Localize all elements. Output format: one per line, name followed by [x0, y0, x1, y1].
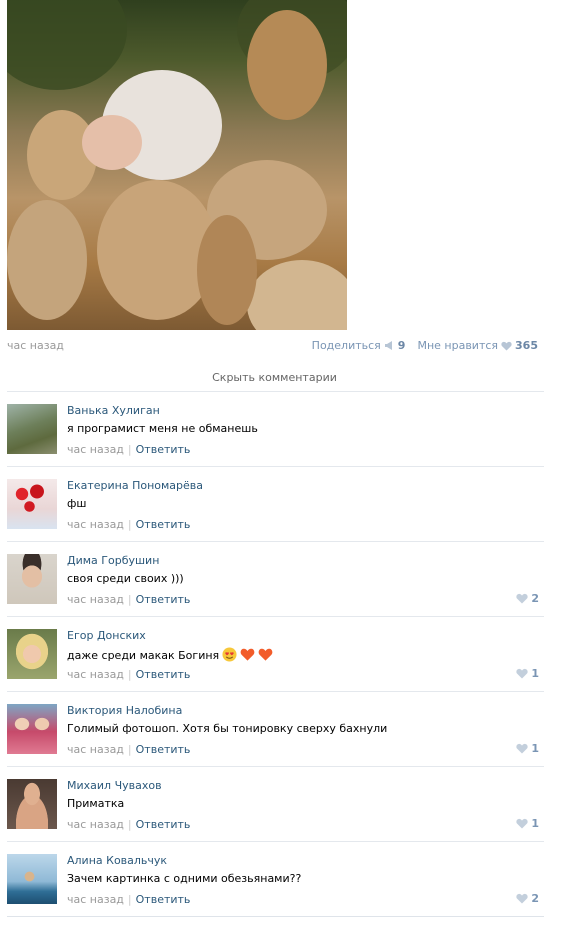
- comment-author[interactable]: Егор Донских: [67, 629, 146, 642]
- separator: |: [127, 443, 132, 456]
- comment-footer: час назад | Ответить: [67, 593, 190, 606]
- comment-text: даже среди макак Богиня: [67, 647, 273, 662]
- comment-like-count: 2: [531, 892, 539, 905]
- comment-author[interactable]: Алина Ковальчук: [67, 854, 167, 867]
- comment-time[interactable]: час назад: [67, 893, 124, 906]
- heart-icon: [516, 743, 528, 754]
- reply-button[interactable]: Ответить: [136, 818, 191, 831]
- comment-text-content: даже среди макак Богиня: [67, 649, 220, 662]
- comment-time[interactable]: час назад: [67, 668, 124, 681]
- comment-like-count: 1: [531, 667, 539, 680]
- comment-text: я програмист меня не обманешь: [67, 422, 258, 435]
- divider: [7, 691, 544, 692]
- separator: |: [127, 818, 132, 831]
- share-count: 9: [397, 339, 406, 352]
- comment: Дима Горбушин своя среди своих ))) час н…: [7, 554, 544, 629]
- divider: [7, 541, 544, 542]
- like-count: 365: [515, 339, 538, 352]
- post-time[interactable]: час назад: [7, 339, 64, 352]
- share-button[interactable]: Поделиться: [312, 339, 381, 352]
- comment: Виктория Налобина Голимый фотошоп. Хотя …: [7, 704, 544, 779]
- comment-author[interactable]: Виктория Налобина: [67, 704, 182, 717]
- comment-time[interactable]: час назад: [67, 518, 124, 531]
- comment: Егор Донских даже среди макак Богиня час…: [7, 629, 544, 704]
- avatar[interactable]: [7, 554, 57, 604]
- comment: Михаил Чувахов Приматка час назад | Ответи…: [7, 779, 544, 854]
- heart-icon[interactable]: [501, 341, 512, 351]
- divider: [7, 391, 544, 392]
- separator: |: [127, 743, 132, 756]
- post-actions: Поделиться 9 Мне нравится 365: [312, 339, 538, 352]
- avatar[interactable]: [7, 479, 57, 529]
- comment: Екатерина Пономарёва фш час назад | Ответи…: [7, 479, 544, 554]
- avatar[interactable]: [7, 404, 57, 454]
- comment-footer: час назад | Ответить: [67, 818, 190, 831]
- divider: [7, 841, 544, 842]
- heart-icon: [258, 648, 273, 661]
- comment: Ванька Хулиган я програмист меня не обма…: [7, 404, 544, 479]
- heart-icon: [516, 818, 528, 829]
- avatar[interactable]: [7, 629, 57, 679]
- comment-time[interactable]: час назад: [67, 743, 124, 756]
- reply-button[interactable]: Ответить: [136, 743, 191, 756]
- comment-text: Зачем картинка с одними обезьянами??: [67, 872, 302, 885]
- post-image[interactable]: [7, 0, 347, 330]
- comment-author[interactable]: Дима Горбушин: [67, 554, 159, 567]
- comment-footer: час назад | Ответить: [67, 893, 190, 906]
- comment-footer: час назад | Ответить: [67, 443, 190, 456]
- comment-like-count: 2: [531, 592, 539, 605]
- comment-footer: час назад | Ответить: [67, 518, 190, 531]
- comment-like-button[interactable]: 2: [516, 592, 539, 605]
- comment-text: своя среди своих ))): [67, 572, 184, 585]
- comment-author[interactable]: Михаил Чувахов: [67, 779, 162, 792]
- separator: |: [127, 593, 132, 606]
- separator: |: [127, 668, 132, 681]
- avatar[interactable]: [7, 854, 57, 904]
- reply-button[interactable]: Ответить: [136, 893, 191, 906]
- divider: [7, 766, 544, 767]
- heart-eyes-emoji-icon: [222, 647, 237, 662]
- comment-like-button[interactable]: 1: [516, 667, 539, 680]
- reply-button[interactable]: Ответить: [136, 668, 191, 681]
- avatar[interactable]: [7, 779, 57, 829]
- reply-button[interactable]: Ответить: [136, 518, 191, 531]
- avatar[interactable]: [7, 704, 57, 754]
- heart-icon: [240, 648, 255, 661]
- comment-author[interactable]: Ванька Хулиган: [67, 404, 160, 417]
- comment-time[interactable]: час назад: [67, 443, 124, 456]
- comment-like-count: 1: [531, 817, 539, 830]
- comment-text: фш: [67, 497, 87, 510]
- comment-time[interactable]: час назад: [67, 593, 124, 606]
- heart-icon: [516, 668, 528, 679]
- comment-like-button[interactable]: 1: [516, 817, 539, 830]
- hide-comments-link[interactable]: Скрыть комментарии: [7, 371, 542, 384]
- megaphone-icon: [384, 341, 392, 350]
- post-meta: час назад Поделиться 9 Мне нравится 365: [7, 339, 538, 353]
- comment-like-button[interactable]: 2: [516, 892, 539, 905]
- separator: |: [127, 893, 132, 906]
- comment-author[interactable]: Екатерина Пономарёва: [67, 479, 203, 492]
- reply-button[interactable]: Ответить: [136, 443, 191, 456]
- divider: [7, 916, 544, 917]
- comment-like-count: 1: [531, 742, 539, 755]
- comment-text: Приматка: [67, 797, 125, 810]
- comment-text: Голимый фотошоп. Хотя бы тонировку сверх…: [67, 722, 388, 735]
- divider: [7, 616, 544, 617]
- separator: |: [127, 518, 132, 531]
- divider: [7, 466, 544, 467]
- reply-button[interactable]: Ответить: [136, 593, 191, 606]
- comment-like-button[interactable]: 1: [516, 742, 539, 755]
- comment-footer: час назад | Ответить: [67, 668, 190, 681]
- comment-footer: час назад | Ответить: [67, 743, 190, 756]
- heart-icon: [516, 893, 528, 904]
- comment-time[interactable]: час назад: [67, 818, 124, 831]
- heart-icon: [516, 593, 528, 604]
- comment: Алина Ковальчук Зачем картинка с одними …: [7, 854, 544, 929]
- like-button[interactable]: Мне нравится: [417, 339, 498, 352]
